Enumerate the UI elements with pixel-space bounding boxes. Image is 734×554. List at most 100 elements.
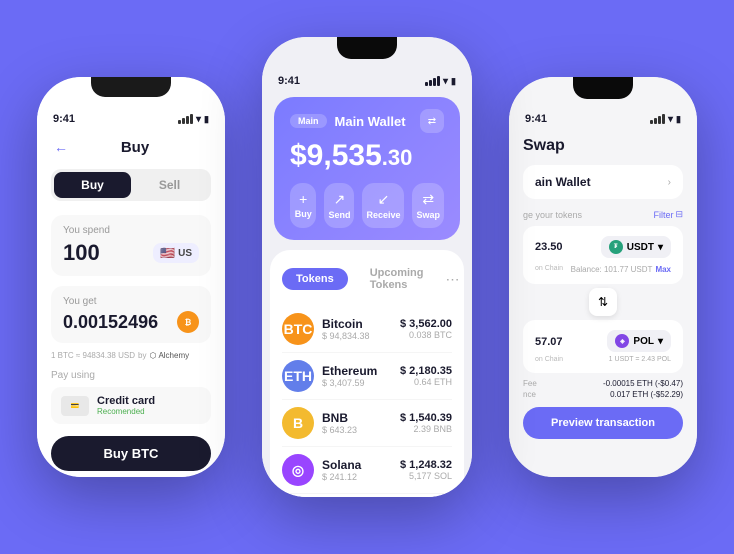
from-token-box: 23.50 ₮ USDT ▾ on Chain Balance: 101.77 … bbox=[523, 226, 683, 284]
action-buy-label: Buy bbox=[294, 209, 312, 219]
fee-value: -0.00015 ETH (-$0.47) bbox=[603, 379, 683, 388]
sell-tab[interactable]: Sell bbox=[131, 172, 208, 198]
back-button[interactable]: ← bbox=[51, 137, 71, 157]
right-time: 9:41 bbox=[525, 113, 547, 125]
filter-button[interactable]: Filter ⊟ bbox=[653, 209, 683, 220]
token-info: Solana $ 241.12 bbox=[322, 458, 400, 482]
spend-amount[interactable]: 100 bbox=[63, 240, 100, 266]
card-info: Credit card Recomended bbox=[97, 395, 155, 416]
fee-row: Fee -0.00015 ETH (-$0.47) bbox=[523, 379, 683, 388]
tokens-section: Tokens Upcoming Tokens ⋯ BTC Bitcoin $ 9… bbox=[270, 250, 464, 497]
token-list-item[interactable]: ₮ USDT $ 1.00 $ 1,004.24 1004.24 USDT bbox=[282, 494, 452, 497]
right-notch bbox=[573, 77, 633, 99]
right-status-bar: 9:41 ▾ ▮ bbox=[509, 105, 697, 129]
filter-icon: ⊟ bbox=[675, 209, 683, 220]
token-usd: $ 2,180.35 bbox=[400, 365, 452, 377]
center-wifi-icon: ▾ bbox=[443, 76, 448, 87]
flag-icon: 🇺🇸 bbox=[160, 246, 175, 260]
token-list-item[interactable]: ETH Ethereum $ 3,407.59 $ 2,180.35 0.64 … bbox=[282, 353, 452, 400]
wallet-card: Main Main Wallet ⇄ $9,535.30 + Buy ↗ bbox=[274, 97, 460, 240]
spend-row: 100 🇺🇸 US bbox=[63, 240, 199, 266]
token-usd: $ 3,562.00 bbox=[400, 318, 452, 330]
wifi-icon: ▾ bbox=[196, 114, 201, 125]
recommended-badge: Recomended bbox=[97, 407, 155, 416]
preview-transaction-button[interactable]: Preview transaction bbox=[523, 407, 683, 439]
difference-row: nce 0.017 ETH (-$52.29) bbox=[523, 390, 683, 399]
token-amount: 0.64 ETH bbox=[400, 377, 452, 387]
spend-section: You spend 100 🇺🇸 US bbox=[51, 215, 211, 276]
token-usd: $ 1,248.32 bbox=[400, 459, 452, 471]
wallet-card-header: Main Main Wallet ⇄ bbox=[290, 109, 444, 133]
swap-phone: 9:41 ▾ ▮ Swap ain Wallet › bbox=[509, 77, 697, 477]
action-swap-button[interactable]: ⇄ Swap bbox=[412, 183, 444, 228]
get-row: 0.00152496 ₿ bbox=[63, 311, 199, 333]
center-notch bbox=[337, 37, 397, 59]
wallet-phone: 9:41 ▾ ▮ Main Main Wallet bbox=[262, 37, 472, 497]
token-logo: ETH bbox=[282, 360, 314, 392]
token-balance: $ 1,248.32 5,177 SOL bbox=[400, 459, 452, 481]
max-button[interactable]: Max bbox=[655, 265, 671, 274]
center-time: 9:41 bbox=[278, 75, 300, 87]
fee-label: Fee bbox=[523, 379, 537, 388]
center-signal-icon bbox=[425, 76, 440, 86]
to-input-top: 57.07 ◈ POL ▾ bbox=[535, 330, 671, 352]
buy-btc-button[interactable]: Buy BTC bbox=[51, 436, 211, 471]
wallet-badge: Main bbox=[290, 114, 327, 128]
swap-title: Swap bbox=[509, 129, 697, 165]
more-options-button[interactable]: ⋯ bbox=[445, 271, 459, 288]
currency-code: US bbox=[178, 248, 192, 259]
choose-tokens-label: ge your tokens Filter ⊟ bbox=[509, 209, 697, 226]
right-battery-icon: ▮ bbox=[676, 114, 681, 125]
tokens-tabs: Tokens Upcoming Tokens ⋯ bbox=[282, 262, 452, 296]
token-logo: ◎ bbox=[282, 454, 314, 486]
spend-label: You spend bbox=[63, 225, 199, 236]
action-receive-button[interactable]: ↙ Receive bbox=[362, 183, 404, 228]
upcoming-tab[interactable]: Upcoming Tokens bbox=[356, 262, 438, 296]
to-bottom-row: on Chain 1 USDT = 2.43 POL bbox=[535, 356, 671, 363]
token-info: Ethereum $ 3,407.59 bbox=[322, 364, 400, 388]
to-on-chain-label: on Chain bbox=[535, 356, 563, 363]
receive-icon: ↙ bbox=[366, 191, 400, 208]
wallet-swap-icon[interactable]: ⇄ bbox=[420, 109, 444, 133]
token-list-item[interactable]: ◎ Solana $ 241.12 $ 1,248.32 5,177 SOL bbox=[282, 447, 452, 494]
token-amount: 0.038 BTC bbox=[400, 330, 452, 340]
left-status-icons: ▾ ▮ bbox=[178, 114, 209, 125]
token-list: BTC Bitcoin $ 94,834.38 $ 3,562.00 0.038… bbox=[282, 306, 452, 497]
buy-tab[interactable]: Buy bbox=[54, 172, 131, 198]
rate-info: 1 BTC ≈ 94834.38 USD by ⬡ Alchemy bbox=[51, 351, 211, 360]
to-rate: 1 USDT = 2.43 POL bbox=[609, 356, 671, 363]
token-list-item[interactable]: BTC Bitcoin $ 94,834.38 $ 3,562.00 0.038… bbox=[282, 306, 452, 353]
to-token-box: 57.07 ◈ POL ▾ on Chain 1 USDT = 2.43 POL bbox=[523, 320, 683, 373]
from-token-select[interactable]: ₮ USDT ▾ bbox=[601, 236, 671, 258]
btc-badge: ₿ bbox=[177, 311, 199, 333]
action-send-button[interactable]: ↗ Send bbox=[324, 183, 354, 228]
currency-badge[interactable]: 🇺🇸 US bbox=[153, 243, 199, 263]
action-swap-label: Swap bbox=[416, 210, 440, 220]
token-price: $ 643.23 bbox=[322, 425, 400, 435]
tokens-tab[interactable]: Tokens bbox=[282, 268, 348, 290]
token-usd: $ 1,540.39 bbox=[400, 412, 452, 424]
token-balance: $ 3,562.00 0.038 BTC bbox=[400, 318, 452, 340]
get-amount: 0.00152496 bbox=[63, 312, 158, 333]
plus-icon: + bbox=[294, 191, 312, 207]
action-buy-button[interactable]: + Buy bbox=[290, 183, 316, 228]
phones-container: 9:41 ▾ ▮ ← Buy Buy Sell bbox=[17, 17, 717, 537]
token-balance: $ 2,180.35 0.64 ETH bbox=[400, 365, 452, 387]
from-bottom-row: on Chain Balance: 101.77 USDT Max bbox=[535, 262, 671, 274]
rate-text: 1 BTC ≈ 94834.38 USD bbox=[51, 351, 135, 360]
to-token-select[interactable]: ◈ POL ▾ bbox=[607, 330, 671, 352]
token-price: $ 241.12 bbox=[322, 472, 400, 482]
right-status-icons: ▾ ▮ bbox=[650, 114, 681, 125]
send-icon: ↗ bbox=[328, 191, 350, 208]
pay-card[interactable]: 💳 Credit card Recomended bbox=[51, 387, 211, 424]
provider-logo: ⬡ Alchemy bbox=[149, 351, 189, 360]
token-logo: B bbox=[282, 407, 314, 439]
center-status-icons: ▾ ▮ bbox=[425, 76, 456, 87]
pay-using-section: Pay using 💳 Credit card Recomended bbox=[51, 370, 211, 424]
token-amount: 2.39 BNB bbox=[400, 424, 452, 434]
buy-phone: 9:41 ▾ ▮ ← Buy Buy Sell bbox=[37, 77, 225, 477]
buy-sell-tabs: Buy Sell bbox=[51, 169, 211, 201]
swap-wallet-row[interactable]: ain Wallet › bbox=[523, 165, 683, 199]
swap-arrows-button[interactable]: ⇅ bbox=[589, 288, 617, 316]
token-list-item[interactable]: B BNB $ 643.23 $ 1,540.39 2.39 BNB bbox=[282, 400, 452, 447]
